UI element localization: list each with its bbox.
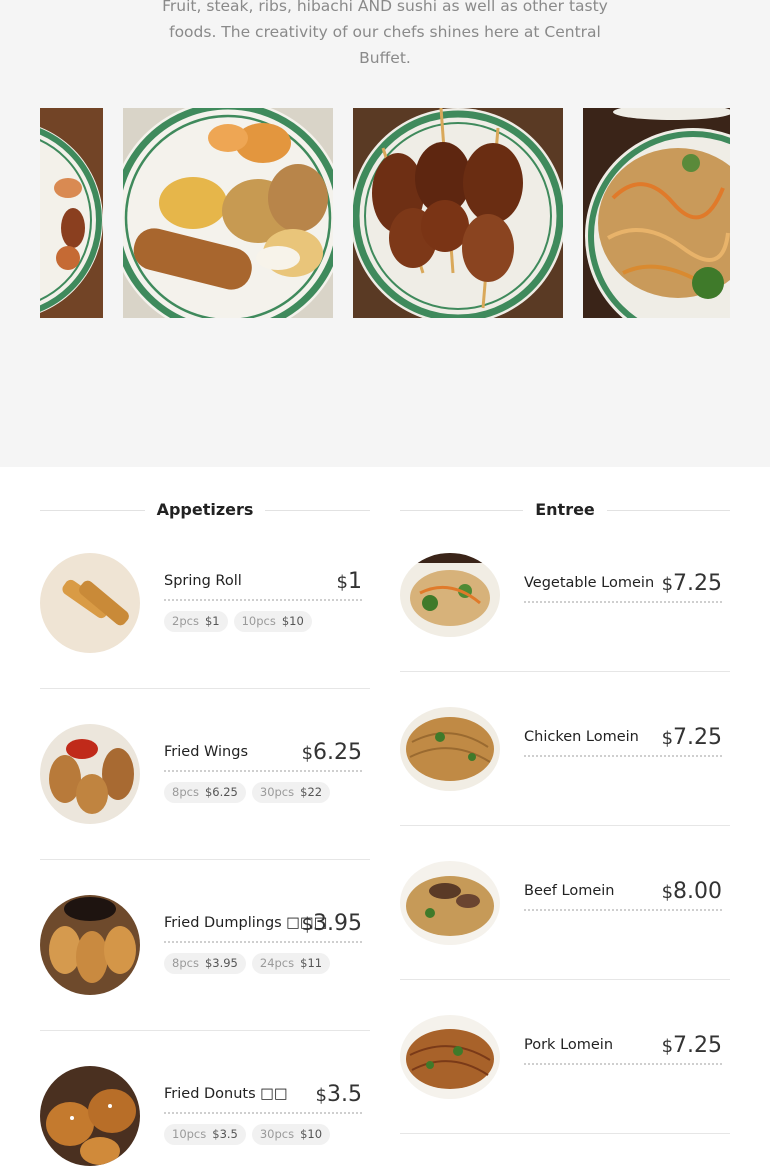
entree-header: Entree [400, 467, 730, 553]
item-price: $7.25 [661, 571, 722, 596]
vegetable-lomein-image [400, 553, 500, 637]
price-leader [164, 1112, 362, 1114]
item-name: Chicken Lomein [524, 729, 639, 745]
item-price: $1 [336, 569, 362, 594]
menu-item[interactable]: Spring Roll $1 2pcs $1 10pcs $10 [40, 553, 370, 689]
fried-platter-image [123, 108, 333, 318]
gallery-section: Fruit, steak, ribs, hibachi AND sushi as… [0, 0, 770, 467]
chicken-lomein-image [400, 707, 500, 791]
item-divider [400, 979, 730, 980]
item-divider [400, 825, 730, 826]
item-name: Beef Lomein [524, 883, 615, 899]
fried-wings-image [40, 724, 140, 824]
fried-donuts-image [40, 1066, 140, 1166]
menu-item[interactable]: Fried Donuts □□ $3.5 10pcs $3.5 30pcs $10 [40, 1066, 370, 1173]
portion-options: 10pcs $3.5 30pcs $10 [164, 1124, 331, 1145]
photo-carousel[interactable] [40, 108, 730, 318]
portion-option: 10pcs $10 [233, 611, 312, 632]
carousel-slide[interactable] [123, 108, 333, 318]
item-divider [40, 1030, 370, 1031]
entree-section: Entree Vegetable Lomein $7.25 Chicken Lo… [400, 467, 730, 1134]
appetizers-section: Appetizers Spring Roll $1 2pcs $1 10pcs $1… [40, 467, 370, 1166]
fried-dumplings-image [40, 895, 140, 995]
portion-option: 24pcs $11 [251, 953, 331, 974]
lo-mein-plate-image [583, 108, 730, 318]
pork-lomein-image [400, 1015, 500, 1099]
item-name: Pork Lomein [524, 1037, 614, 1053]
portion-options: 8pcs $3.95 24pcs $11 [164, 953, 331, 974]
item-divider [40, 859, 370, 860]
item-price: $3.5 [315, 1082, 362, 1107]
item-price: $6.25 [301, 740, 362, 765]
portion-option: 30pcs $10 [251, 1124, 331, 1145]
menu-item[interactable]: Vegetable Lomein $7.25 [400, 553, 730, 672]
carousel-slide[interactable] [353, 108, 563, 318]
portion-option: 10pcs $3.5 [164, 1124, 246, 1145]
gallery-description: Fruit, steak, ribs, hibachi AND sushi as… [162, 0, 608, 67]
spring-roll-image [40, 553, 140, 653]
price-leader [524, 1063, 722, 1065]
menu-item[interactable]: Fried Dumplings □□□ $3.95 8pcs $3.95 24pc… [40, 895, 370, 1031]
shrimp-plate-image [40, 108, 103, 318]
chicken-skewers-image [353, 108, 563, 318]
portion-option: 8pcs $6.25 [164, 782, 246, 803]
menu-item[interactable]: Chicken Lomein $7.25 [400, 707, 730, 826]
item-divider [40, 688, 370, 689]
price-leader [164, 770, 362, 772]
item-price: $7.25 [661, 1033, 722, 1058]
appetizers-header: Appetizers [40, 467, 370, 553]
price-leader [164, 599, 362, 601]
portion-option: 8pcs $3.95 [164, 953, 246, 974]
item-price: $8.00 [661, 879, 722, 904]
item-price: $3.95 [301, 911, 362, 936]
beef-lomein-image [400, 861, 500, 945]
portion-options: 8pcs $6.25 30pcs $22 [164, 782, 331, 803]
item-name: Vegetable Lomein [524, 575, 655, 591]
item-name: Fried Donuts □□ [164, 1086, 288, 1102]
item-price: $7.25 [661, 725, 722, 750]
price-leader [524, 755, 722, 757]
price-leader [524, 909, 722, 911]
menu-item[interactable]: Beef Lomein $8.00 [400, 861, 730, 980]
menu-item[interactable]: Fried Wings $6.25 8pcs $6.25 30pcs $22 [40, 724, 370, 860]
item-divider [400, 1133, 730, 1134]
entree-title: Entree [523, 500, 607, 519]
menu-item[interactable]: Pork Lomein $7.25 [400, 1015, 730, 1134]
carousel-slide[interactable] [40, 108, 103, 318]
item-name: Fried Wings [164, 744, 249, 760]
portion-option: 30pcs $22 [251, 782, 331, 803]
price-leader [164, 941, 362, 943]
portion-options: 2pcs $1 10pcs $10 [164, 611, 312, 632]
carousel-slide[interactable] [583, 108, 730, 318]
portion-option: 2pcs $1 [164, 611, 228, 632]
item-name: Spring Roll [164, 573, 242, 589]
price-leader [524, 601, 722, 603]
appetizers-title: Appetizers [144, 500, 266, 519]
item-divider [400, 671, 730, 672]
